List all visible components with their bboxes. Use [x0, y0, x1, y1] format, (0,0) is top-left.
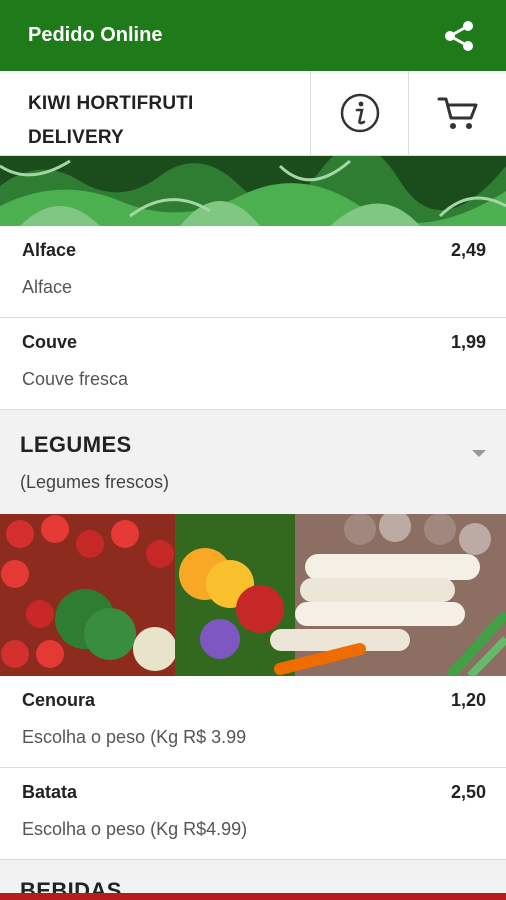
store-name-line2: DELIVERY [28, 127, 124, 148]
list-item[interactable]: Couve Couve fresca 1,99 [0, 318, 506, 410]
item-name: Couve [22, 332, 78, 352]
item-price: 1,20 [450, 690, 486, 710]
store-name: KIWI HORTIFRUTI DELIVERY [0, 71, 310, 155]
list-item[interactable]: Cenoura Escolha o peso (Kg R$ 3.99 1,20 [0, 676, 506, 768]
vegetables-banner [0, 514, 506, 676]
info-icon [340, 93, 379, 133]
item-desc: Couve fresca [22, 369, 129, 389]
item-price: 1,99 [450, 332, 486, 352]
category-header[interactable]: LEGUMES (Legumes frescos) [0, 410, 506, 514]
list-item[interactable]: Batata Escolha o peso (Kg R$4.99) 2,50 [0, 768, 506, 860]
item-desc: Alface [22, 277, 73, 297]
item-name: Alface [22, 240, 77, 260]
cart-button[interactable] [408, 71, 506, 155]
item-name: Cenoura [22, 690, 96, 710]
item-name: Batata [22, 782, 78, 802]
item-desc: Escolha o peso (Kg R$4.99) [22, 819, 248, 839]
item-desc: Escolha o peso (Kg R$ 3.99 [22, 727, 247, 747]
item-price: 2,49 [450, 240, 486, 260]
app-title: Pedido Online [28, 24, 163, 46]
cart-icon [437, 97, 477, 129]
store-header: KIWI HORTIFRUTI DELIVERY [0, 71, 506, 156]
app-bar: Pedido Online [0, 0, 506, 71]
category-title: LEGUMES [20, 432, 132, 457]
leafy-greens-banner [0, 156, 506, 226]
chevron-down-icon[interactable] [472, 450, 486, 457]
list-item[interactable]: Alface Alface 2,49 [0, 226, 506, 318]
category-subtitle: (Legumes frescos) [20, 472, 170, 492]
share-icon[interactable] [442, 19, 476, 53]
store-name-line1: KIWI HORTIFRUTI [28, 93, 194, 114]
item-price: 2,50 [450, 782, 486, 802]
info-button[interactable] [310, 71, 408, 155]
bottom-bar [0, 893, 506, 900]
